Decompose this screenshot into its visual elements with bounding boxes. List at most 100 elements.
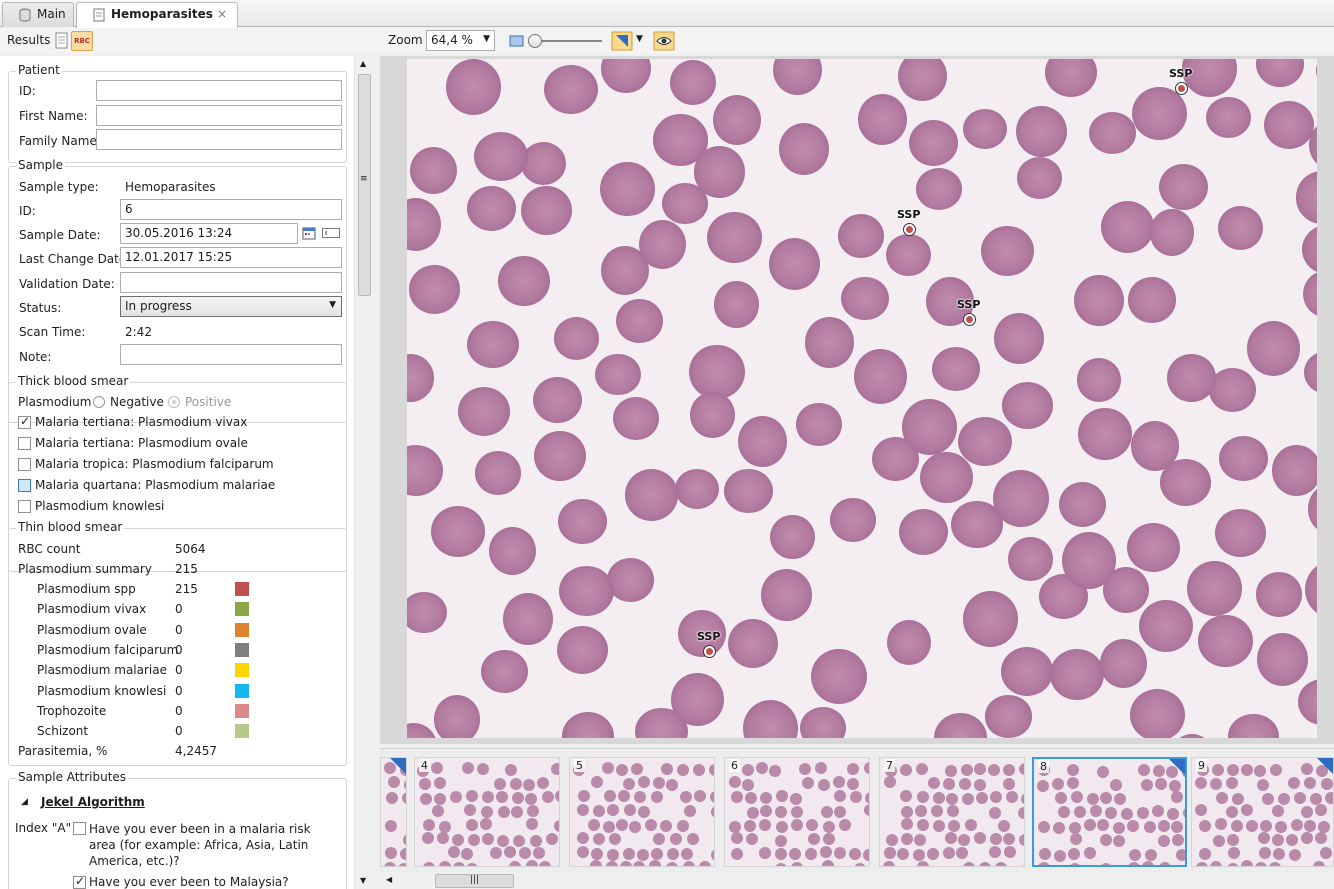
thumbnail-cell [1068, 848, 1081, 861]
ovale-checkbox[interactable] [18, 437, 31, 450]
thumbnail-cell [865, 792, 869, 805]
thumbnail-cell [529, 834, 542, 847]
thumbnail-scroll-thumb[interactable]: ||| [435, 874, 514, 888]
knowlesi-color-swatch[interactable] [235, 684, 249, 698]
malaysia-checkbox[interactable] [73, 874, 86, 889]
thumbnail-cell [1314, 804, 1327, 817]
risk-area-checkbox[interactable] [73, 822, 86, 835]
thumbnail-cell [1215, 791, 1228, 804]
thumbnail-4[interactable]: 4 [414, 757, 560, 867]
zoom-slider-thumb[interactable] [528, 34, 542, 48]
annotation-toggle-icon[interactable] [611, 31, 633, 51]
jekel-algorithm-heading[interactable]: Jekel Algorithm [41, 795, 145, 809]
tab-main[interactable]: Main [2, 2, 74, 27]
thumbnail-cell [511, 805, 524, 818]
red-blood-cell [1198, 614, 1254, 668]
collapse-triangle-icon[interactable]: ◢ [21, 797, 28, 807]
thumbnail-cell [1289, 848, 1302, 861]
ssp-marker-dot[interactable] [904, 224, 915, 235]
red-blood-cell [639, 220, 687, 269]
thumbnail-cell [1142, 861, 1155, 865]
thumbnail-cell [759, 818, 772, 831]
thumbnail-cell [1278, 792, 1291, 805]
thumbnail-cell [509, 860, 522, 866]
sample-id-field[interactable]: 6 [120, 199, 342, 220]
report-icon[interactable] [52, 31, 72, 51]
scroll-left-icon[interactable]: ◀ [386, 875, 392, 884]
vivax-checkbox[interactable] [18, 414, 31, 429]
thumbnail-6[interactable]: 6 [724, 757, 870, 867]
chevron-down-icon[interactable]: ▼ [636, 34, 643, 44]
thumbnail-cell [1171, 834, 1184, 847]
calendar-icon[interactable] [302, 226, 316, 240]
malariae-checkbox[interactable] [18, 479, 31, 492]
validation-date-field[interactable] [120, 272, 342, 293]
ssp-marker-dot[interactable] [1176, 83, 1187, 94]
schizont-color-swatch[interactable] [235, 724, 249, 738]
zoom-select[interactable]: 64,4 % ▼ [426, 30, 495, 51]
trophozoite-color-swatch[interactable] [235, 704, 249, 718]
thumbnail-cell [676, 820, 689, 833]
thumbnail-cell [466, 819, 479, 832]
patient-id-field[interactable] [96, 80, 342, 101]
sample-attributes-title: Sample Attributes [16, 770, 129, 784]
spp-color-swatch[interactable] [235, 582, 249, 596]
malariae-color-swatch[interactable] [235, 663, 249, 677]
thumbnail-cell [1226, 764, 1239, 777]
status-select[interactable]: In progress ▼ [120, 296, 342, 317]
left-panel-scroll-thumb[interactable] [358, 74, 371, 296]
thumbnail-cell [820, 846, 833, 859]
thumbnail-9[interactable]: 9 [1191, 757, 1334, 867]
thumbnail-7[interactable]: 7 [879, 757, 1025, 867]
thumbnail-cell [1166, 807, 1179, 820]
thumbnail-scrollbar[interactable]: ◀ ||| [380, 872, 1334, 889]
ovale-color-swatch[interactable] [235, 623, 249, 637]
thumbnail-5[interactable]: 5 [569, 757, 715, 867]
falciparum-color-swatch[interactable] [235, 643, 249, 657]
red-blood-cell [811, 648, 868, 704]
positive-label: Positive [185, 395, 232, 409]
red-blood-cell [553, 317, 600, 360]
rbc-button[interactable]: RBC [71, 31, 93, 51]
ssp-marker-dot[interactable] [964, 314, 975, 325]
left-panel-scrollbar[interactable]: ▲ ≡ ▼ [354, 56, 373, 889]
grip-icon: ≡ [360, 174, 368, 184]
scroll-down-icon[interactable]: ▼ [360, 876, 366, 885]
thumbnail-8[interactable]: 8 [1032, 757, 1187, 867]
thumbnail-cell [916, 763, 928, 776]
thumbnail-cell [995, 861, 1008, 866]
last-change-field[interactable]: 12.01.2017 15:25 [120, 247, 342, 268]
red-blood-cell [1159, 163, 1208, 211]
knowlesi-checkbox[interactable] [18, 500, 31, 513]
thumbnail-prev[interactable] [380, 757, 407, 867]
first-name-field[interactable] [96, 105, 342, 126]
red-blood-cell [498, 256, 550, 306]
red-blood-cell [796, 402, 842, 447]
thumbnail-cell [1273, 847, 1286, 860]
thumbnail-cell [1320, 778, 1333, 791]
thumbnail-cell [1038, 847, 1051, 860]
positive-radio[interactable] [168, 396, 180, 408]
sample-date-field[interactable]: 30.05.2016 13:24 [120, 223, 298, 244]
eye-icon[interactable] [653, 31, 675, 51]
microscopy-image[interactable]: SSP SSP SSP SSP [407, 59, 1317, 738]
vivax-label: Malaria tertiana: Plasmodium vivax [35, 415, 248, 429]
red-blood-cell [908, 119, 959, 167]
red-blood-cell [1088, 112, 1136, 155]
thumbnail-cell [928, 776, 941, 789]
negative-radio[interactable] [93, 396, 105, 408]
falciparum-checkbox[interactable] [18, 458, 31, 471]
family-name-field[interactable] [96, 129, 342, 150]
vivax-color-swatch[interactable] [235, 602, 249, 616]
tab-hemoparasites[interactable]: Hemoparasites × [76, 2, 238, 28]
thumbnail-cell [466, 862, 479, 866]
fit-screen-icon[interactable] [507, 31, 527, 51]
thumbnail-cell [1144, 849, 1157, 862]
red-blood-cell [407, 197, 442, 252]
time-picker-icon[interactable] [322, 228, 340, 238]
close-icon[interactable]: × [217, 7, 227, 21]
thumbnail-cell [398, 862, 406, 866]
scroll-up-icon[interactable]: ▲ [360, 59, 366, 68]
note-field[interactable] [120, 344, 342, 365]
ssp-marker-dot[interactable] [704, 646, 715, 657]
